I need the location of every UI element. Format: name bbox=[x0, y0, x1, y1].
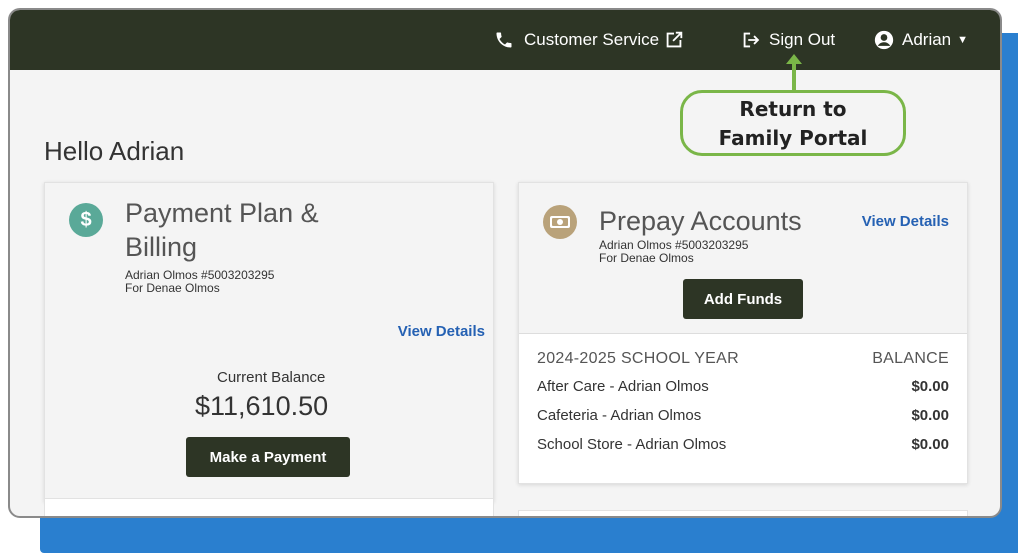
phone-icon bbox=[496, 32, 512, 48]
prepay-card-title: Prepay Accounts bbox=[599, 206, 802, 236]
next-card-edge-right bbox=[518, 510, 968, 516]
make-payment-button[interactable]: Make a Payment bbox=[186, 437, 350, 477]
prepay-student-name: For Denae Olmos bbox=[599, 251, 694, 265]
current-balance-label: Current Balance bbox=[217, 369, 326, 386]
balance-header: BALANCE bbox=[872, 350, 949, 367]
callout-line2: Family Portal bbox=[718, 126, 868, 150]
add-funds-button[interactable]: Add Funds bbox=[683, 279, 803, 319]
payment-card-title-line2: Billing bbox=[125, 232, 198, 262]
school-year-header: 2024-2025 SCHOOL YEAR bbox=[537, 350, 739, 367]
account-amount: $0.00 bbox=[911, 436, 949, 453]
account-amount: $0.00 bbox=[911, 407, 949, 424]
payment-student-name: For Denae Olmos bbox=[125, 281, 220, 295]
table-row: After Care - Adrian Olmos $0.00 bbox=[537, 378, 949, 398]
account-name: School Store - Adrian Olmos bbox=[537, 436, 727, 453]
payment-card-title-line1: Payment Plan & bbox=[125, 198, 319, 228]
prepay-accounts-card: Prepay Accounts Adrian Olmos #5003203295… bbox=[518, 182, 968, 484]
account-amount: $0.00 bbox=[911, 378, 949, 395]
user-name: Adrian bbox=[902, 30, 952, 49]
user-menu[interactable]: Adrian ▼ bbox=[874, 24, 968, 56]
customer-service-link[interactable]: Customer Service bbox=[494, 24, 685, 56]
sign-out-label: Sign Out bbox=[769, 30, 836, 49]
caret-down-icon: ▼ bbox=[957, 34, 969, 46]
account-name: Cafeteria - Adrian Olmos bbox=[537, 407, 702, 424]
table-row: Cafeteria - Adrian Olmos $0.00 bbox=[537, 407, 949, 427]
callout-line1: Return to bbox=[739, 97, 847, 121]
external-link-icon bbox=[666, 31, 683, 48]
customer-service-label: Customer Service bbox=[524, 30, 660, 49]
up-arrow-icon bbox=[786, 54, 802, 90]
greeting-heading: Hello Adrian bbox=[44, 136, 185, 166]
payment-plan-card: $ Payment Plan & Billing Adrian Olmos #5… bbox=[44, 182, 494, 502]
prepay-balance-table: 2024-2025 SCHOOL YEAR BALANCE After Care… bbox=[519, 333, 967, 483]
table-header-row: 2024-2025 SCHOOL YEAR BALANCE bbox=[537, 350, 949, 370]
cash-icon bbox=[543, 205, 577, 239]
account-name: After Care - Adrian Olmos bbox=[537, 378, 709, 395]
user-avatar-icon bbox=[874, 30, 894, 50]
table-row: School Store - Adrian Olmos $0.00 bbox=[537, 436, 949, 456]
dollar-icon: $ bbox=[69, 203, 103, 237]
top-nav-bar: Customer Service Sign Out Adrian ▼ bbox=[10, 10, 1000, 70]
portal-window: Customer Service Sign Out Adrian ▼ Hello… bbox=[8, 8, 1002, 518]
return-to-portal-callout: Return to Family Portal bbox=[680, 90, 906, 156]
prepay-view-details-link[interactable]: View Details bbox=[862, 213, 949, 230]
payment-view-details-link[interactable]: View Details bbox=[398, 323, 485, 340]
sign-out-icon bbox=[743, 32, 760, 48]
next-card-edge-left bbox=[44, 498, 494, 516]
current-balance-value: $11,610.50 bbox=[195, 391, 329, 421]
